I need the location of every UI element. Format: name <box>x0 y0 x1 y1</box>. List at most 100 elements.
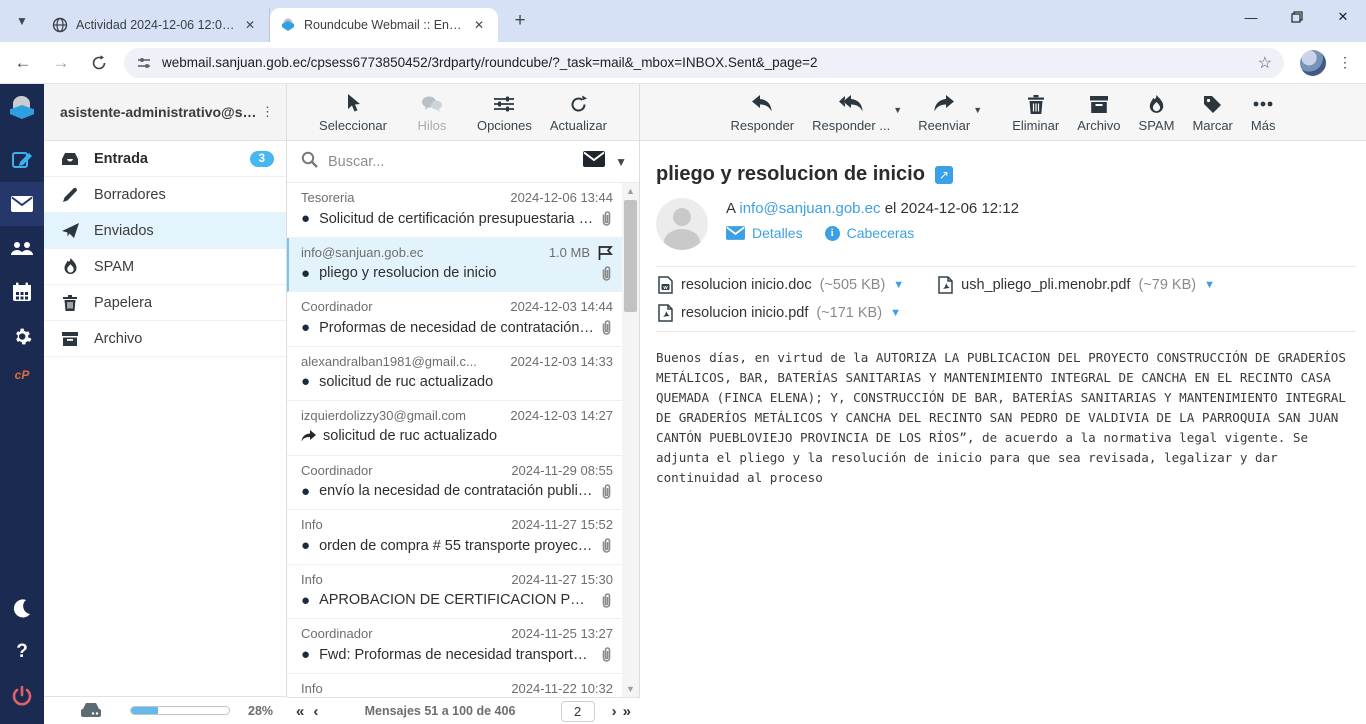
calendar-nav-button[interactable] <box>0 270 44 314</box>
back-icon[interactable]: ← <box>8 48 38 78</box>
site-info-icon[interactable] <box>136 55 152 71</box>
list-scrollbar[interactable]: ▲ ▼ <box>622 183 639 697</box>
forward-caret-icon[interactable]: ▼ <box>973 105 982 115</box>
restore-button[interactable] <box>1274 0 1320 34</box>
folder-spam[interactable]: SPAM <box>44 249 286 285</box>
scroll-up-icon[interactable]: ▲ <box>622 183 639 199</box>
account-email: asistente-administrativo@sa... <box>60 104 257 120</box>
headers-toggle[interactable]: i Cabeceras <box>825 225 915 241</box>
forward-icon[interactable]: → <box>46 48 76 78</box>
message-row[interactable]: Coordinador2024-11-25 13:27 ●Fwd: Profor… <box>287 619 623 674</box>
cpanel-icon[interactable]: cP <box>15 358 30 392</box>
attachment-menu-caret-icon[interactable]: ▼ <box>1204 279 1215 291</box>
search-scope-mail-icon[interactable] <box>583 151 605 172</box>
pdf-file-icon <box>938 276 953 294</box>
message-row[interactable]: Info2024-11-27 15:52 ●orden de compra # … <box>287 510 623 565</box>
message-row[interactable]: Coordinador2024-12-03 14:44 ●Proformas d… <box>287 292 623 347</box>
reply-all-caret-icon[interactable]: ▼ <box>893 105 902 115</box>
tab-actividad[interactable]: Actividad 2024-12-06 12:00:00 ✕ <box>42 8 270 42</box>
details-toggle[interactable]: Detalles <box>726 225 803 241</box>
delete-button[interactable]: Eliminar <box>1008 91 1063 133</box>
options-button[interactable]: Opciones <box>477 91 532 133</box>
address-bar[interactable]: webmail.sanjuan.gob.ec/cpsess6773850452/… <box>124 48 1284 78</box>
attachment-menu-caret-icon[interactable]: ▼ <box>890 307 901 319</box>
new-tab-button[interactable]: + <box>506 7 534 35</box>
attachment-menu-caret-icon[interactable]: ▼ <box>893 279 904 291</box>
browser-profile-avatar[interactable] <box>1300 50 1326 76</box>
last-page-icon[interactable]: » <box>621 704 640 719</box>
spam-button[interactable]: SPAM <box>1135 91 1179 133</box>
tab-close-icon[interactable]: ✕ <box>470 16 488 34</box>
attachment-item[interactable]: w resolucion inicio.doc (~505 KB) ▼ <box>658 276 904 294</box>
reply-all-button[interactable]: Responder ... ▼ <box>808 91 894 133</box>
message-row[interactable]: Coordinador2024-11-29 08:55 ●envío la ne… <box>287 456 623 511</box>
message-row-selected[interactable]: info@sanjuan.gob.ec1.0 MB ●pliego y reso… <box>287 238 623 293</box>
open-in-new-window-icon[interactable]: ↗ <box>935 166 953 184</box>
prev-page-icon[interactable]: ‹ <box>313 704 327 719</box>
page-number-input[interactable]: 2 <box>561 701 595 722</box>
mail-nav-button[interactable] <box>0 182 44 226</box>
browser-menu-icon[interactable]: ⋮ <box>1332 50 1358 76</box>
logout-power-icon[interactable] <box>0 674 44 718</box>
dark-mode-icon[interactable] <box>0 586 44 630</box>
unread-dot-icon: ● <box>301 266 310 281</box>
tab-roundcube[interactable]: Roundcube Webmail :: Enviados ✕ <box>270 8 498 42</box>
more-button[interactable]: Más <box>1247 91 1280 133</box>
message-rows: Tesoreria2024-12-06 13:44 ●Solicitud de … <box>287 183 623 697</box>
mark-button[interactable]: Marcar <box>1188 91 1236 133</box>
reply-button[interactable]: Responder <box>727 91 799 133</box>
tab-close-icon[interactable]: ✕ <box>241 16 259 34</box>
forward-button[interactable]: Reenviar ▼ <box>914 91 974 133</box>
message-row[interactable]: izquierdolizzy30@gmail.com2024-12-03 14:… <box>287 401 623 456</box>
help-icon[interactable]: ? <box>0 630 44 674</box>
pagination-bar: « ‹ Mensajes 51 a 100 de 406 2 › » <box>287 697 640 724</box>
more-dots-icon <box>1253 91 1273 117</box>
folder-panel: asistente-administrativo@sa... ⋮ Entrada… <box>44 84 287 724</box>
attachment-icon <box>600 646 613 663</box>
message-row[interactable]: Info2024-11-22 10:32 <box>287 674 623 698</box>
archive-box-icon <box>60 332 80 346</box>
folder-borradores[interactable]: Borradores <box>44 177 286 213</box>
account-menu-icon[interactable]: ⋮ <box>257 104 278 120</box>
forward-icon <box>933 91 955 117</box>
search-bar: ▼ <box>287 141 639 183</box>
bookmark-star-icon[interactable]: ☆ <box>1258 53 1272 73</box>
mail-subject: pliego y resolucion de inicio <box>656 163 925 186</box>
next-page-icon[interactable]: › <box>603 704 621 719</box>
to-prefix: A <box>726 200 735 217</box>
tab-search-chevron-icon[interactable]: ▼ <box>8 7 36 35</box>
threads-button[interactable]: Hilos <box>405 91 459 133</box>
minimize-button[interactable]: — <box>1228 0 1274 34</box>
refresh-button[interactable]: Actualizar <box>550 91 607 133</box>
contacts-nav-button[interactable] <box>0 226 44 270</box>
flame-icon <box>1148 91 1165 117</box>
attachment-item[interactable]: ush_pliego_pli.menobr.pdf (~79 KB) ▼ <box>938 276 1215 294</box>
message-row[interactable]: alexandralban1981@gmail.c...2024-12-03 1… <box>287 347 623 402</box>
compose-button[interactable] <box>0 138 44 182</box>
app-rail: cP ? <box>0 84 44 724</box>
reload-icon[interactable] <box>84 48 114 78</box>
message-row[interactable]: Info2024-11-27 15:30 ●APROBACION DE CERT… <box>287 565 623 620</box>
attachment-icon <box>600 537 613 554</box>
search-options-chevron-icon[interactable]: ▼ <box>615 155 627 169</box>
folder-enviados[interactable]: Enviados <box>44 213 286 249</box>
recipient-address-link[interactable]: info@sanjuan.gob.ec <box>739 200 880 217</box>
folder-label: Borradores <box>94 187 274 203</box>
scroll-down-icon[interactable]: ▼ <box>622 681 639 697</box>
archive-button[interactable]: Archivo <box>1073 91 1124 133</box>
message-row[interactable]: Tesoreria2024-12-06 13:44 ●Solicitud de … <box>287 183 623 238</box>
attachment-item[interactable]: resolucion inicio.pdf (~171 KB) ▼ <box>658 304 1356 322</box>
folder-entrada[interactable]: Entrada 3 <box>44 141 286 177</box>
first-page-icon[interactable]: « <box>287 704 313 719</box>
scrollbar-thumb[interactable] <box>624 200 637 312</box>
pencil-icon <box>60 187 80 203</box>
flag-icon[interactable] <box>598 245 613 260</box>
select-button[interactable]: Seleccionar <box>319 91 387 133</box>
close-window-button[interactable]: ✕ <box>1320 0 1366 34</box>
attachment-icon <box>600 483 613 500</box>
mail-view-panel: Responder Responder ... ▼ Reenviar ▼ <box>640 84 1366 724</box>
search-input[interactable] <box>328 154 577 170</box>
folder-archivo[interactable]: Archivo <box>44 321 286 357</box>
settings-nav-button[interactable] <box>0 314 44 358</box>
folder-papelera[interactable]: Papelera <box>44 285 286 321</box>
